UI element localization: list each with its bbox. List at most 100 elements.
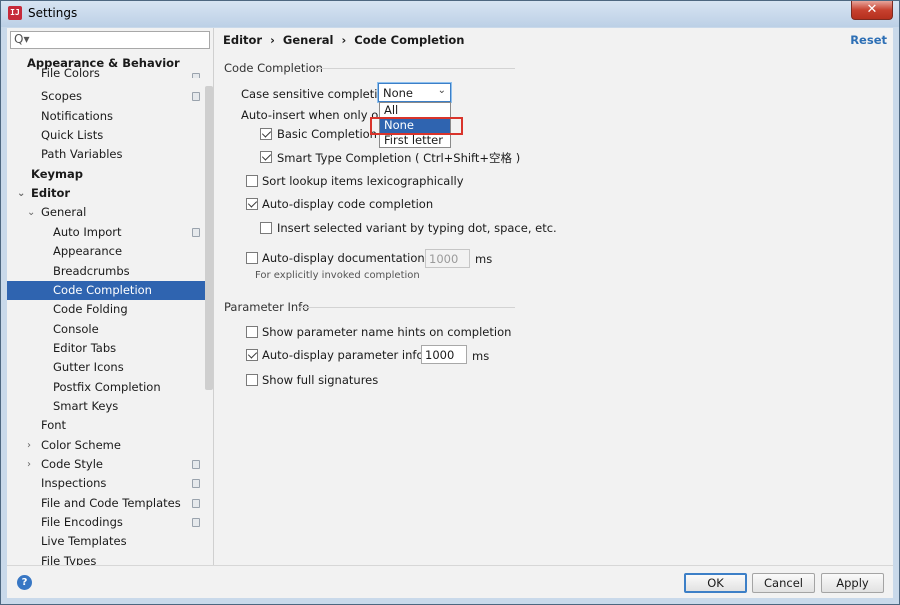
sidebar-item-quick-lists[interactable]: Quick Lists bbox=[7, 126, 207, 145]
chevron-down-icon[interactable]: ⌄ bbox=[17, 184, 27, 203]
breadcrumb-code-completion: Code Completion bbox=[354, 33, 465, 47]
project-scope-icon bbox=[192, 227, 200, 237]
chevron-down-icon[interactable]: ⌄ bbox=[27, 203, 37, 222]
auto-display-completion-label[interactable]: Auto-display code completion bbox=[262, 197, 433, 211]
sidebar-item-label: General bbox=[41, 205, 87, 220]
sidebar-item-label: Font bbox=[41, 418, 67, 433]
dropdown-option-first-letter[interactable]: First letter bbox=[380, 133, 450, 148]
breadcrumb-sep: › bbox=[270, 33, 275, 47]
close-icon[interactable]: ✕ bbox=[851, 1, 893, 20]
sidebar-item-label: Code Style bbox=[41, 457, 103, 471]
project-scope-icon bbox=[192, 518, 200, 528]
param-hints-label[interactable]: Show parameter name hints on completion bbox=[262, 325, 511, 339]
combo-value: None bbox=[383, 86, 414, 100]
settings-window: IJ Settings ✕ Q▾ File Colors Scopes Notifi… bbox=[0, 0, 900, 605]
sidebar-item-code-folding[interactable]: Code Folding bbox=[7, 300, 207, 319]
search-input[interactable]: Q▾ bbox=[10, 31, 210, 49]
sidebar-item-appearance[interactable]: Appearance bbox=[7, 242, 207, 261]
code-completion-panel: Editor › General › Code Completion Reset… bbox=[215, 28, 893, 565]
sidebar-item-live-templates[interactable]: Live Templates bbox=[7, 532, 207, 551]
tree-scrollbar[interactable] bbox=[205, 86, 213, 390]
smart-completion-checkbox[interactable] bbox=[260, 151, 272, 163]
sidebar-item-gutter-icons[interactable]: Gutter Icons bbox=[7, 358, 207, 377]
sidebar-item-auto-import[interactable]: Auto Import bbox=[7, 223, 207, 242]
auto-display-doc-checkbox[interactable] bbox=[246, 252, 258, 264]
dropdown-option-all[interactable]: All bbox=[380, 103, 450, 118]
dialog-button-bar: ? OK Cancel Apply bbox=[7, 565, 893, 598]
breadcrumb: Editor › General › Code Completion bbox=[223, 33, 468, 47]
sidebar-item-console[interactable]: Console bbox=[7, 320, 207, 339]
reset-link[interactable]: Reset bbox=[850, 33, 887, 47]
auto-param-delay-input[interactable]: 1000 bbox=[421, 345, 467, 364]
sidebar-item-file-types[interactable]: File Types bbox=[7, 552, 207, 565]
auto-param-info-label[interactable]: Auto-display parameter info in bbox=[262, 348, 438, 362]
sidebar-item-postfix-completion[interactable]: Postfix Completion bbox=[7, 378, 207, 397]
sidebar-item-label: Quick Lists bbox=[41, 128, 104, 143]
chevron-right-icon[interactable]: › bbox=[27, 436, 37, 455]
sidebar-item-label: Appearance bbox=[53, 244, 123, 259]
sidebar-item-label: Code Completion bbox=[53, 282, 152, 297]
sidebar-item-notifications[interactable]: Notifications bbox=[7, 107, 207, 126]
auto-doc-delay-input[interactable]: 1000 bbox=[425, 249, 470, 268]
sidebar-item-keymap[interactable]: Keymap bbox=[7, 165, 207, 184]
sidebar-item-inspections[interactable]: Inspections bbox=[7, 474, 207, 493]
chevron-right-icon[interactable]: › bbox=[27, 455, 37, 474]
sidebar-item-label: Editor bbox=[31, 186, 71, 201]
title-bar: IJ Settings ✕ bbox=[1, 1, 899, 27]
tree-header-appearance-behavior[interactable]: Appearance & Behavior bbox=[27, 54, 213, 73]
sidebar-item-label: Path Variables bbox=[41, 147, 123, 162]
sidebar-item-label: Code Folding bbox=[53, 302, 128, 317]
basic-completion-checkbox[interactable] bbox=[260, 128, 272, 140]
sidebar-item-label: Console bbox=[53, 321, 99, 336]
breadcrumb-sep: › bbox=[341, 33, 347, 47]
window-title: Settings bbox=[28, 6, 78, 20]
breadcrumb-editor: Editor bbox=[223, 33, 263, 47]
cancel-button[interactable]: Cancel bbox=[752, 573, 815, 593]
sidebar-item-label: Auto Import bbox=[53, 224, 122, 239]
sidebar-item-label: File Types bbox=[41, 553, 97, 565]
sidebar-item-label: Inspections bbox=[41, 476, 107, 491]
param-hints-checkbox[interactable] bbox=[246, 326, 258, 338]
settings-tree: Q▾ File Colors Scopes Notifications Quick L… bbox=[7, 28, 214, 565]
insert-variant-checkbox[interactable] bbox=[260, 222, 272, 234]
project-scope-icon bbox=[192, 479, 200, 489]
highlight-annotation bbox=[370, 117, 463, 135]
sidebar-item-label: Breadcrumbs bbox=[53, 263, 130, 278]
sidebar-item-editor[interactable]: ⌄ Editor bbox=[7, 184, 207, 203]
case-sensitive-label: Case sensitive completion: bbox=[241, 87, 396, 101]
sidebar-item-label: Notifications bbox=[41, 108, 113, 123]
project-scope-icon bbox=[192, 460, 200, 469]
section-divider bbox=[299, 307, 515, 308]
sidebar-item-general[interactable]: ⌄ General bbox=[7, 203, 207, 222]
auto-display-completion-checkbox[interactable] bbox=[246, 198, 258, 210]
case-sensitive-combo[interactable]: None ⌄ bbox=[378, 83, 451, 102]
sidebar-item-color-scheme[interactable]: › Color Scheme bbox=[7, 436, 207, 455]
project-scope-icon bbox=[192, 498, 200, 508]
sort-lexicographic-checkbox[interactable] bbox=[246, 175, 258, 187]
section-title-code-completion: Code Completion bbox=[224, 61, 323, 75]
full-signatures-label[interactable]: Show full signatures bbox=[262, 373, 378, 387]
insert-variant-label[interactable]: Insert selected variant by typing dot, s… bbox=[277, 221, 557, 235]
sidebar-item-path-variables[interactable]: Path Variables bbox=[7, 145, 207, 164]
sidebar-item-editor-tabs[interactable]: Editor Tabs bbox=[7, 339, 207, 358]
sort-lexicographic-label[interactable]: Sort lookup items lexicographically bbox=[262, 174, 464, 188]
auto-display-doc-label[interactable]: Auto-display documentation in bbox=[262, 251, 439, 265]
sidebar-item-label: File and Code Templates bbox=[41, 495, 181, 510]
auto-param-info-checkbox[interactable] bbox=[246, 349, 258, 361]
sidebar-item-label: Scopes bbox=[41, 89, 83, 104]
sidebar-item-scopes[interactable]: Scopes bbox=[7, 87, 207, 106]
breadcrumb-general: General bbox=[282, 33, 334, 47]
sidebar-item-smart-keys[interactable]: Smart Keys bbox=[7, 397, 207, 416]
sidebar-item-breadcrumbs[interactable]: Breadcrumbs bbox=[7, 262, 207, 281]
sidebar-item-file-and-code-templates[interactable]: File and Code Templates bbox=[7, 494, 207, 513]
apply-button[interactable]: Apply bbox=[821, 573, 884, 593]
sidebar-item-code-completion[interactable]: Code Completion bbox=[7, 280, 207, 300]
smart-completion-label[interactable]: Smart Type Completion ( Ctrl+Shift+空格 ) bbox=[277, 150, 520, 166]
ok-button[interactable]: OK bbox=[684, 573, 747, 593]
sidebar-item-label: Smart Keys bbox=[53, 398, 119, 413]
help-icon[interactable]: ? bbox=[17, 575, 32, 590]
full-signatures-checkbox[interactable] bbox=[246, 374, 258, 386]
sidebar-item-code-style[interactable]: › Code Style bbox=[7, 455, 207, 474]
sidebar-item-file-encodings[interactable]: File Encodings bbox=[7, 513, 207, 532]
sidebar-item-font[interactable]: Font bbox=[7, 416, 207, 435]
